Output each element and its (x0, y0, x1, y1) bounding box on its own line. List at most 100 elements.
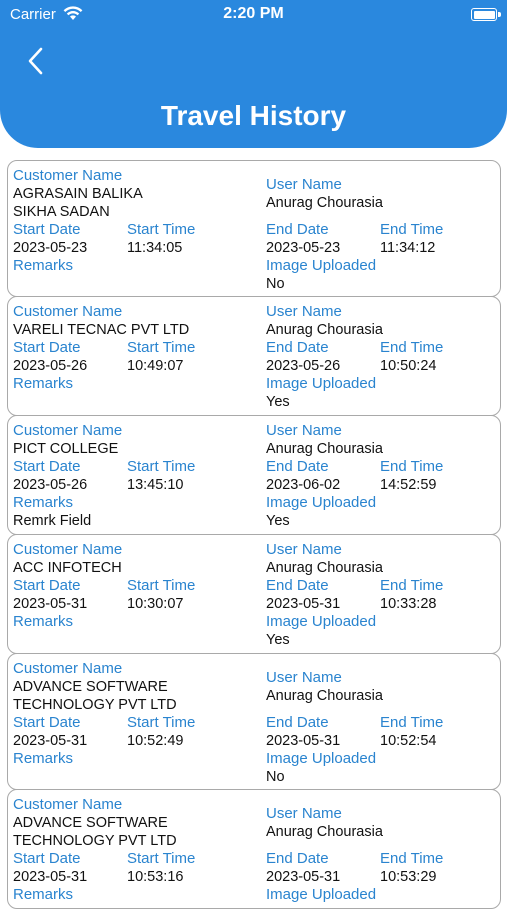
start-date-label: Start Date (13, 850, 81, 867)
start-time-label: Start Time (127, 714, 196, 731)
start-time-label: Start Time (127, 221, 196, 238)
start-time-label: Start Time (127, 577, 196, 594)
user-name-label: User Name (266, 541, 342, 558)
end-date-label: End Date (266, 714, 329, 731)
page-title: Travel History (160, 100, 347, 131)
end-time-value: 10:33:28 (380, 596, 437, 612)
end-date-label: End Date (266, 850, 329, 867)
customer-name-label: Customer Name (13, 796, 123, 813)
user-name-value: Anurag Chourasia (266, 560, 383, 576)
remarks-label: Remarks (13, 750, 74, 767)
back-button[interactable] (22, 44, 52, 80)
travel-record-card[interactable]: Customer Name VARELI TECNAC PVT LTD User… (7, 296, 501, 416)
image-uploaded-value: Yes (266, 513, 290, 529)
end-date-value: 2023-05-31 (266, 869, 341, 885)
user-name-label: User Name (266, 176, 342, 193)
end-time-value: 10:53:29 (380, 869, 437, 885)
user-name-label: User Name (266, 805, 342, 822)
end-date-label: End Date (266, 221, 329, 238)
remarks-label: Remarks (13, 375, 74, 392)
image-uploaded-value: Yes (266, 394, 290, 410)
start-date-label: Start Date (13, 221, 81, 238)
customer-name-value-line2: TECHNOLOGY PVT LTD (13, 697, 177, 713)
user-name-label: User Name (266, 422, 342, 439)
user-name-value: Anurag Chourasia (266, 688, 383, 704)
end-date-value: 2023-05-31 (266, 596, 341, 612)
app-header: Carrier 2:20 PM Travel History (0, 0, 507, 148)
remarks-label: Remarks (13, 494, 74, 511)
customer-name-value: AGRASAIN BALIKA (13, 186, 143, 202)
end-date-value: 2023-05-26 (266, 358, 341, 374)
user-name-value: Anurag Chourasia (266, 441, 383, 457)
end-time-label: End Time (380, 850, 444, 867)
customer-name-value: ADVANCE SOFTWARE (13, 679, 168, 695)
end-date-value: 2023-05-31 (266, 733, 341, 749)
travel-record-card[interactable]: Customer Name ACC INFOTECH User Name Anu… (7, 534, 501, 654)
end-time-value: 14:52:59 (380, 477, 437, 493)
user-name-value: Anurag Chourasia (266, 322, 383, 338)
start-time-label: Start Time (127, 339, 196, 356)
user-name-label: User Name (266, 669, 342, 686)
image-uploaded-label: Image Uploaded (266, 257, 377, 274)
start-time-value: 10:52:49 (127, 733, 184, 749)
customer-name-label: Customer Name (13, 660, 123, 677)
travel-record-card[interactable]: Customer Name ADVANCE SOFTWARE TECHNOLOG… (7, 653, 501, 790)
battery-icon (471, 8, 501, 21)
end-date-value: 2023-05-23 (266, 240, 341, 256)
image-uploaded-label: Image Uploaded (266, 750, 377, 767)
start-date-label: Start Date (13, 458, 81, 475)
remarks-label: Remarks (13, 886, 74, 903)
end-time-label: End Time (380, 458, 444, 475)
clock: 2:20 PM (223, 5, 284, 22)
end-time-value: 10:50:24 (380, 358, 437, 374)
travel-record-card[interactable]: Customer Name ADVANCE SOFTWARE TECHNOLOG… (7, 789, 501, 909)
start-date-value: 2023-05-26 (13, 477, 88, 493)
user-name-label: User Name (266, 303, 342, 320)
end-time-label: End Time (380, 221, 444, 238)
start-time-label: Start Time (127, 458, 196, 475)
image-uploaded-value: Yes (266, 632, 290, 648)
start-date-value: 2023-05-26 (13, 358, 88, 374)
remarks-label: Remarks (13, 613, 74, 630)
start-date-value: 2023-05-23 (13, 240, 88, 256)
travel-history-list[interactable]: Customer Name AGRASAIN BALIKA SIKHA SADA… (7, 160, 501, 909)
remarks-value: Remrk Field (13, 513, 92, 529)
end-date-value: 2023-06-02 (266, 477, 341, 493)
user-name-value: Anurag Chourasia (266, 824, 383, 840)
image-uploaded-label: Image Uploaded (266, 494, 377, 511)
image-uploaded-label: Image Uploaded (266, 613, 377, 630)
end-date-label: End Date (266, 577, 329, 594)
customer-name-value: ACC INFOTECH (13, 560, 122, 576)
customer-name-value: VARELI TECNAC PVT LTD (13, 322, 190, 338)
customer-name-value-line2: TECHNOLOGY PVT LTD (13, 833, 177, 849)
end-time-label: End Time (380, 339, 444, 356)
customer-name-value-line2: SIKHA SADAN (13, 204, 110, 220)
start-date-value: 2023-05-31 (13, 869, 88, 885)
status-bar: Carrier 2:20 PM (0, 0, 507, 30)
end-time-label: End Time (380, 714, 444, 731)
travel-record-card[interactable]: Customer Name PICT COLLEGE User Name Anu… (7, 415, 501, 535)
customer-name-label: Customer Name (13, 303, 123, 320)
start-time-value: 10:30:07 (127, 596, 184, 612)
travel-record-card[interactable]: Customer Name AGRASAIN BALIKA SIKHA SADA… (7, 160, 501, 297)
start-date-label: Start Date (13, 577, 81, 594)
image-uploaded-label: Image Uploaded (266, 886, 377, 903)
end-time-label: End Time (380, 577, 444, 594)
customer-name-label: Customer Name (13, 422, 123, 439)
customer-name-label: Customer Name (13, 167, 123, 184)
start-time-value: 10:53:16 (127, 869, 184, 885)
start-date-value: 2023-05-31 (13, 733, 88, 749)
end-time-value: 10:52:54 (380, 733, 437, 749)
start-time-label: Start Time (127, 850, 196, 867)
start-date-value: 2023-05-31 (13, 596, 88, 612)
user-name-value: Anurag Chourasia (266, 195, 383, 211)
start-time-value: 13:45:10 (127, 477, 184, 493)
image-uploaded-value: No (266, 276, 285, 292)
image-uploaded-label: Image Uploaded (266, 375, 377, 392)
chevron-left-icon (28, 47, 43, 75)
customer-name-value: ADVANCE SOFTWARE (13, 815, 168, 831)
end-date-label: End Date (266, 339, 329, 356)
customer-name-value: PICT COLLEGE (13, 441, 119, 457)
start-date-label: Start Date (13, 714, 81, 731)
remarks-label: Remarks (13, 257, 74, 274)
